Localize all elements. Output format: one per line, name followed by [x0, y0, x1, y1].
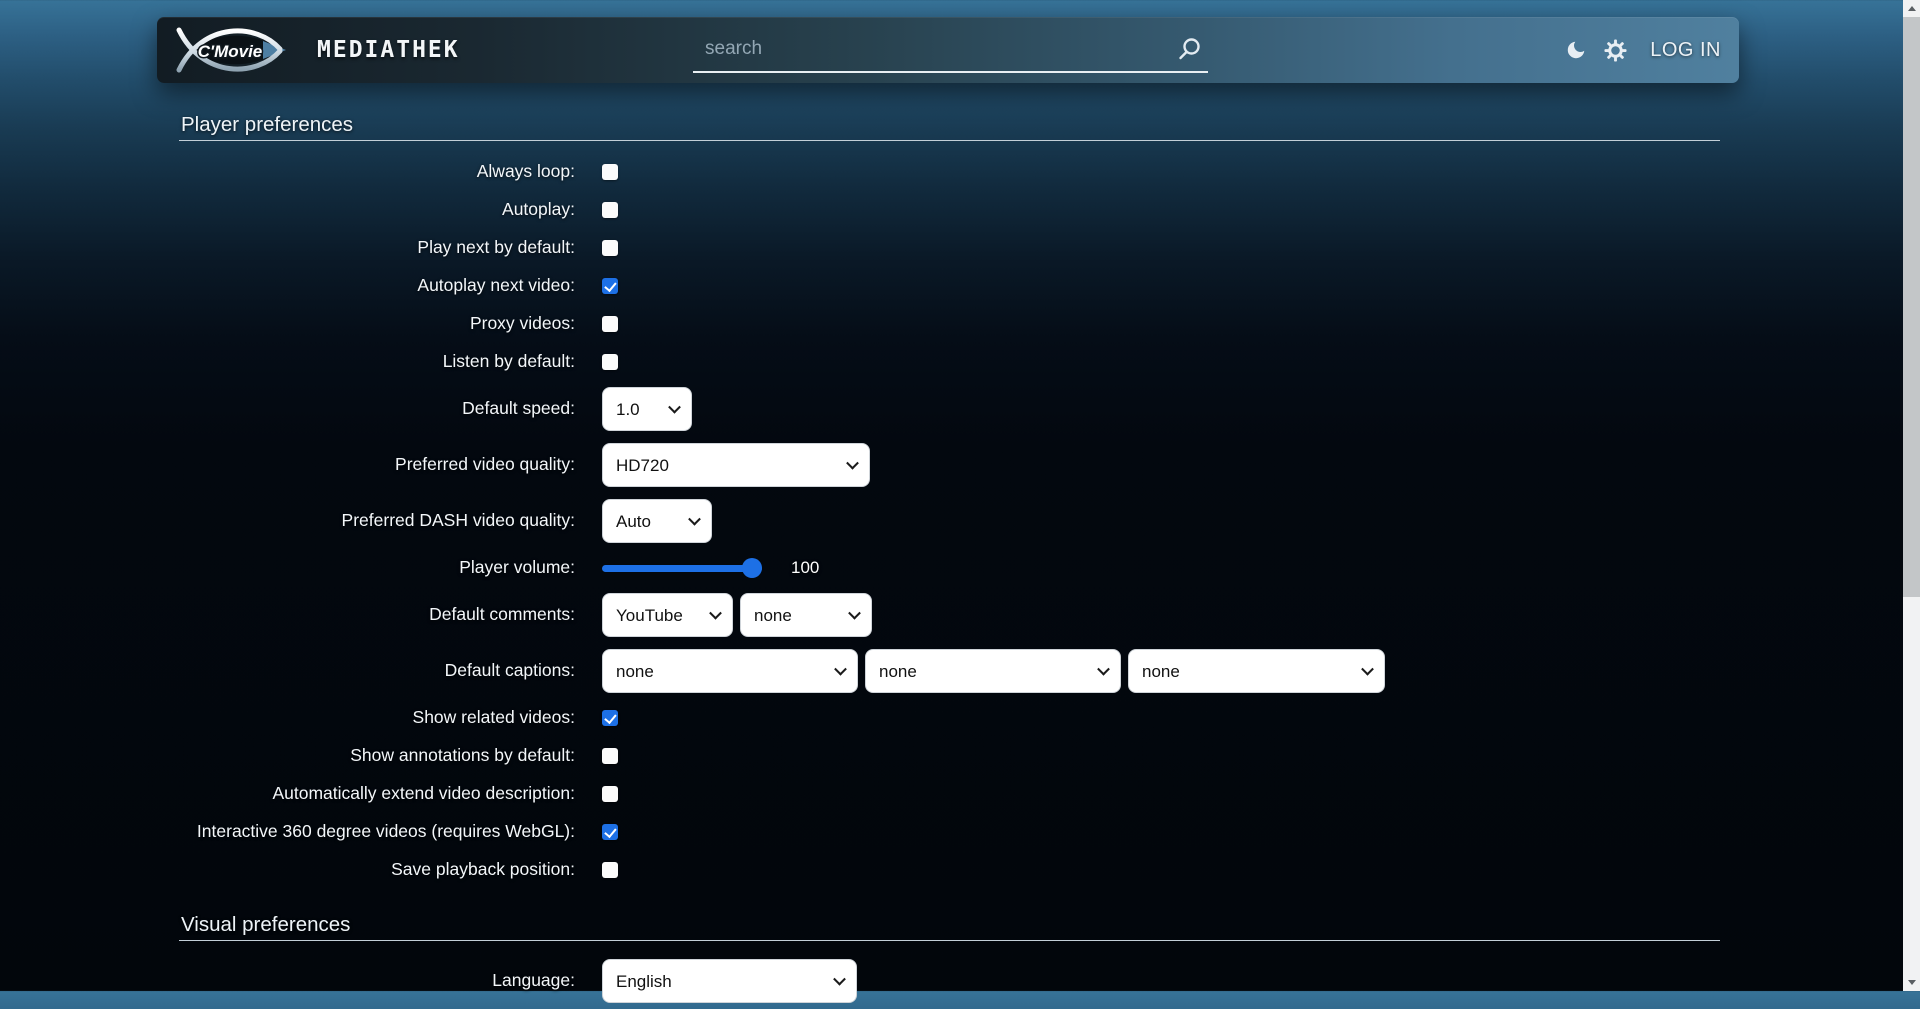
row-autoplay: Autoplay:	[179, 195, 1720, 225]
save-playback-position-checkbox[interactable]	[602, 862, 618, 878]
dash-quality-select[interactable]: Auto	[602, 499, 712, 543]
default-speed-select-wrap: 1.0	[602, 387, 692, 431]
player-volume-value: 100	[791, 558, 819, 578]
language-select-wrap: English	[602, 959, 857, 1003]
show-annotations-checkbox[interactable]	[602, 748, 618, 764]
save-playback-position-label: Save playback position:	[179, 859, 575, 880]
row-save-playback-position: Save playback position:	[179, 855, 1720, 885]
row-language: Language: English	[179, 958, 1720, 1004]
visual-preferences-form: Language: English	[179, 941, 1720, 1009]
proxy-videos-label: Proxy videos:	[179, 313, 575, 334]
auto-extend-description-label: Automatically extend video description:	[179, 783, 575, 804]
row-preferred-dash-video-quality: Preferred DASH video quality: Auto	[179, 498, 1720, 544]
row-play-next-by-default: Play next by default:	[179, 233, 1720, 263]
show-annotations-label: Show annotations by default:	[179, 745, 575, 766]
autoplay-next-video-label: Autoplay next video:	[179, 275, 575, 296]
app-header: C'Movie MEDIATHEK	[157, 17, 1739, 83]
settings-page: Player preferences Always loop: Autoplay…	[179, 113, 1720, 1009]
captions-select-3[interactable]: none	[1128, 649, 1385, 693]
always-loop-label: Always loop:	[179, 161, 575, 182]
up-arrow-icon	[1908, 6, 1916, 11]
section-title-player-preferences: Player preferences	[179, 113, 1720, 141]
play-next-checkbox[interactable]	[602, 240, 618, 256]
dash-quality-select-wrap: Auto	[602, 499, 712, 543]
default-speed-label: Default speed:	[179, 398, 575, 419]
row-always-loop: Always loop:	[179, 157, 1720, 187]
interactive-360-label: Interactive 360 degree videos (requires …	[179, 821, 575, 842]
comments-source-select-wrap: YouTube	[602, 593, 733, 637]
proxy-videos-checkbox[interactable]	[602, 316, 618, 332]
autoplay-label: Autoplay:	[179, 199, 575, 220]
moon-icon	[1565, 39, 1587, 61]
row-player-volume: Player volume: 100	[179, 553, 1720, 583]
search-input[interactable]	[693, 38, 1172, 62]
vertical-scrollbar[interactable]	[1903, 0, 1920, 991]
language-label: Language:	[179, 970, 575, 991]
show-related-videos-label: Show related videos:	[179, 707, 575, 728]
default-captions-label: Default captions:	[179, 660, 575, 681]
captions-select-1-wrap: none	[602, 649, 858, 693]
login-button[interactable]: LOG IN	[1650, 39, 1721, 62]
app-logo[interactable]: C'Movie	[173, 27, 291, 73]
gear-icon	[1604, 39, 1627, 62]
row-default-comments: Default comments: YouTube none	[179, 592, 1720, 638]
row-default-speed: Default speed: 1.0	[179, 386, 1720, 432]
player-preferences-form: Always loop: Autoplay: Play next by defa…	[179, 141, 1720, 889]
comments-default-select[interactable]: none	[740, 593, 872, 637]
autoplay-checkbox[interactable]	[602, 202, 618, 218]
video-quality-select-wrap: HD720	[602, 443, 870, 487]
settings-button[interactable]	[1604, 39, 1627, 62]
row-auto-extend-description: Automatically extend video description:	[179, 779, 1720, 809]
search-icon[interactable]	[1178, 37, 1202, 61]
player-volume-label: Player volume:	[179, 557, 575, 578]
interactive-360-checkbox[interactable]	[602, 824, 618, 840]
row-default-captions: Default captions: none none none	[179, 648, 1720, 694]
scrollbar-up-button[interactable]	[1903, 0, 1920, 17]
captions-select-2-wrap: none	[865, 649, 1121, 693]
search-box	[693, 29, 1208, 73]
fish-logo-icon: C'Movie	[173, 27, 291, 73]
row-show-annotations: Show annotations by default:	[179, 741, 1720, 771]
listen-by-default-checkbox[interactable]	[602, 354, 618, 370]
default-comments-label: Default comments:	[179, 604, 575, 625]
captions-select-2[interactable]: none	[865, 649, 1121, 693]
player-volume-slider[interactable]	[602, 565, 762, 572]
captions-select-3-wrap: none	[1128, 649, 1385, 693]
comments-default-select-wrap: none	[740, 593, 872, 637]
autoplay-next-video-checkbox[interactable]	[602, 278, 618, 294]
row-autoplay-next-video: Autoplay next video:	[179, 271, 1720, 301]
preferred-video-quality-label: Preferred video quality:	[179, 454, 575, 475]
row-show-related-videos: Show related videos:	[179, 703, 1720, 733]
row-listen-by-default: Listen by default:	[179, 347, 1720, 377]
logo-text: C'Movie	[198, 42, 263, 61]
brand-title: MEDIATHEK	[317, 37, 460, 63]
language-select[interactable]: English	[602, 959, 857, 1003]
header-actions: LOG IN	[1565, 17, 1721, 83]
section-title-visual-preferences: Visual preferences	[179, 913, 1720, 941]
video-quality-select[interactable]: HD720	[602, 443, 870, 487]
always-loop-checkbox[interactable]	[602, 164, 618, 180]
show-related-videos-checkbox[interactable]	[602, 710, 618, 726]
down-arrow-icon	[1908, 980, 1916, 985]
scrollbar-thumb[interactable]	[1903, 17, 1920, 597]
preferred-dash-quality-label: Preferred DASH video quality:	[179, 510, 575, 531]
default-speed-select[interactable]: 1.0	[602, 387, 692, 431]
captions-select-1[interactable]: none	[602, 649, 858, 693]
row-proxy-videos: Proxy videos:	[179, 309, 1720, 339]
listen-by-default-label: Listen by default:	[179, 351, 575, 372]
auto-extend-description-checkbox[interactable]	[602, 786, 618, 802]
scrollbar-down-button[interactable]	[1903, 974, 1920, 991]
play-next-label: Play next by default:	[179, 237, 575, 258]
comments-source-select[interactable]: YouTube	[602, 593, 733, 637]
row-interactive-360: Interactive 360 degree videos (requires …	[179, 817, 1720, 847]
theme-toggle-button[interactable]	[1565, 39, 1587, 61]
row-preferred-video-quality: Preferred video quality: HD720	[179, 442, 1720, 488]
